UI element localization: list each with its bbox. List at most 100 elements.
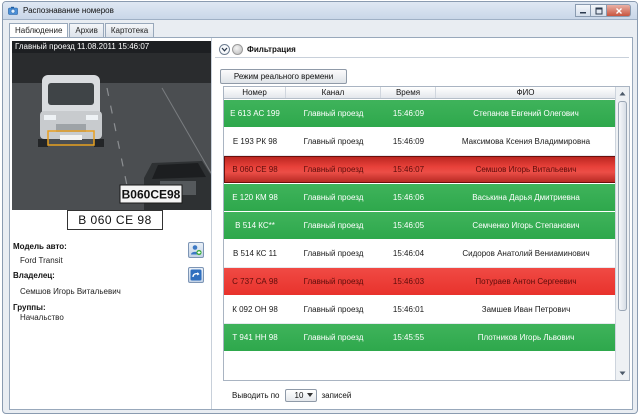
- minimize-button[interactable]: [575, 4, 591, 17]
- cell-plate: Т 941 НН 98: [232, 333, 278, 342]
- groups-label: Группы:: [13, 303, 46, 312]
- scroll-up-button[interactable]: [617, 88, 628, 98]
- page-size-select[interactable]: 10: [284, 388, 317, 402]
- window-title: Распознавание номеров: [23, 6, 114, 15]
- cell-plate: В 060 СЕ 98: [232, 165, 278, 174]
- column-plate[interactable]: Номер: [224, 87, 286, 98]
- cell-plate: К 092 ОН 98: [232, 305, 278, 314]
- cell-channel: Главный проезд: [303, 137, 364, 146]
- redo-arrow-icon: [190, 269, 202, 281]
- app-camera-icon: [8, 6, 18, 15]
- groups-value: Начальство: [20, 313, 64, 322]
- owner-value: Семшов Игорь Витальевич: [20, 287, 121, 296]
- table-row[interactable]: В 514 КС 11 Главный проезд 15:46:04 Сидоров…: [224, 240, 616, 268]
- model-label: Модель авто:: [13, 242, 67, 251]
- cell-channel: Главный проезд: [303, 277, 364, 286]
- recognized-plate: В 060 СЕ 98: [67, 210, 163, 230]
- close-icon: [615, 7, 622, 14]
- add-person-button[interactable]: [188, 242, 204, 258]
- cell-name: Семшов Игорь Витальевич: [475, 165, 577, 174]
- camera-panel: Главный проезд 11.08.2011 15:46:07 B060C…: [10, 38, 212, 409]
- cell-channel: Главный проезд: [303, 109, 364, 118]
- cell-time: 15:46:03: [392, 277, 425, 286]
- cell-channel: Главный проезд: [303, 193, 364, 202]
- cell-name: Плотников Игорь Львович: [477, 333, 575, 342]
- scroll-down-button[interactable]: [617, 368, 628, 378]
- detections-table: Номер Канал Время ФИО Е 613 АС 199 Главны…: [223, 86, 630, 381]
- cell-channel: Главный проезд: [303, 249, 364, 258]
- cell-plate: Е 120 КМ 98: [232, 193, 278, 202]
- filter-label: Фильтрация: [247, 45, 296, 54]
- add-person-icon: [191, 245, 202, 256]
- cell-name: Сидоров Анатолий Вениаминович: [462, 249, 590, 258]
- cell-plate: Е 193 РК 98: [232, 137, 278, 146]
- table-body: Е 613 АС 199 Главный проезд 15:46:09 Степан…: [224, 100, 616, 352]
- cell-channel: Главный проезд: [303, 165, 364, 174]
- cell-plate: Е 613 АС 199: [230, 109, 280, 118]
- owner-label: Владелец:: [13, 271, 55, 280]
- model-value: Ford Transit: [20, 256, 63, 265]
- scroll-down-icon: [619, 371, 626, 375]
- cell-name: Степанов Евгений Олегович: [473, 109, 579, 118]
- app-window: Распознавание номеров Наблюдение Архив К…: [2, 1, 638, 414]
- realtime-mode-button[interactable]: Режим реального времени: [220, 69, 347, 84]
- cell-time: 15:46:05: [392, 221, 425, 230]
- cell-time: 15:46:01: [392, 305, 425, 314]
- chevron-down-icon: [221, 47, 228, 52]
- table-row[interactable]: Е 613 АС 199 Главный проезд 15:46:09 Степан…: [224, 100, 616, 128]
- cell-channel: Главный проезд: [303, 333, 364, 342]
- scroll-up-icon: [619, 91, 626, 95]
- tab-observation[interactable]: Наблюдение: [9, 23, 69, 38]
- column-channel[interactable]: Канал: [286, 87, 381, 98]
- camera-frame[interactable]: B060CE98: [12, 53, 211, 210]
- camera-header: Главный проезд 11.08.2011 15:46:07: [12, 41, 211, 53]
- chevron-down-icon: [306, 393, 313, 397]
- table-row[interactable]: В 060 СЕ 98 Главный проезд 15:46:07 Семшов …: [224, 156, 616, 184]
- table-row[interactable]: Е 120 КМ 98 Главный проезд 15:46:06 Васькин…: [224, 184, 616, 212]
- page-size-control: Выводить по 10 записей: [232, 387, 351, 403]
- redo-button[interactable]: [188, 267, 204, 283]
- cell-name: Потураев Антон Сергеевич: [475, 277, 577, 286]
- cell-plate: В 514 КС 11: [232, 249, 277, 258]
- tab-archive[interactable]: Архив: [69, 23, 104, 37]
- cell-time: 15:45:55: [392, 333, 425, 342]
- table-row[interactable]: С 737 СА 98 Главный проезд 15:46:03 Потурае…: [224, 268, 616, 296]
- column-name[interactable]: ФИО: [436, 87, 616, 98]
- window-controls: [575, 4, 631, 17]
- table-row[interactable]: К 092 ОН 98 Главный проезд 15:46:01 Замшев …: [224, 296, 616, 324]
- title-bar[interactable]: Распознавание номеров: [3, 2, 637, 20]
- table-row[interactable]: Е 193 РК 98 Главный проезд 15:46:09 Максимо…: [224, 128, 616, 156]
- vertical-scrollbar[interactable]: [615, 87, 629, 380]
- close-button[interactable]: [607, 4, 631, 17]
- cell-plate: В 514 КС**: [235, 221, 275, 230]
- cell-time: 15:46:09: [392, 109, 425, 118]
- cell-time: 15:46:06: [392, 193, 425, 202]
- table-header: Номер Канал Время ФИО: [224, 87, 616, 99]
- filter-expand-button[interactable]: [219, 44, 230, 55]
- maximize-icon: [595, 7, 602, 14]
- main-tabs: Наблюдение Архив Картотека: [9, 23, 155, 38]
- table-row[interactable]: В 514 КС** Главный проезд 15:46:05 Семченко…: [224, 212, 616, 240]
- cell-channel: Главный проезд: [303, 221, 364, 230]
- cell-time: 15:46:09: [392, 137, 425, 146]
- pager-suffix: записей: [321, 390, 352, 400]
- filter-bar[interactable]: Фильтрация: [215, 42, 629, 58]
- scroll-thumb[interactable]: [618, 101, 627, 311]
- cell-time: 15:46:07: [392, 165, 425, 174]
- cell-channel: Главный проезд: [303, 305, 364, 314]
- maximize-button[interactable]: [591, 4, 607, 17]
- cell-name: Замшев Иван Петрович: [481, 305, 571, 314]
- cell-time: 15:46:04: [392, 249, 425, 258]
- overlay-plate-text: B060CE98: [122, 188, 181, 202]
- cell-name: Максимова Ксения Владимировна: [461, 137, 591, 146]
- cell-name: Васькина Дарья Дмитриевна: [472, 193, 580, 202]
- table-row[interactable]: Т 941 НН 98 Главный проезд 15:45:55 Плотник…: [224, 324, 616, 352]
- tab-card-index[interactable]: Картотека: [104, 23, 155, 37]
- page-size-value: 10: [294, 390, 304, 400]
- pager-prefix: Выводить по: [232, 390, 280, 400]
- minimize-icon: [580, 11, 586, 13]
- tab-content: Главный проезд 11.08.2011 15:46:07 B060C…: [9, 37, 633, 410]
- filter-status-icon: [232, 44, 243, 55]
- cell-plate: С 737 СА 98: [232, 277, 278, 286]
- column-time[interactable]: Время: [381, 87, 436, 98]
